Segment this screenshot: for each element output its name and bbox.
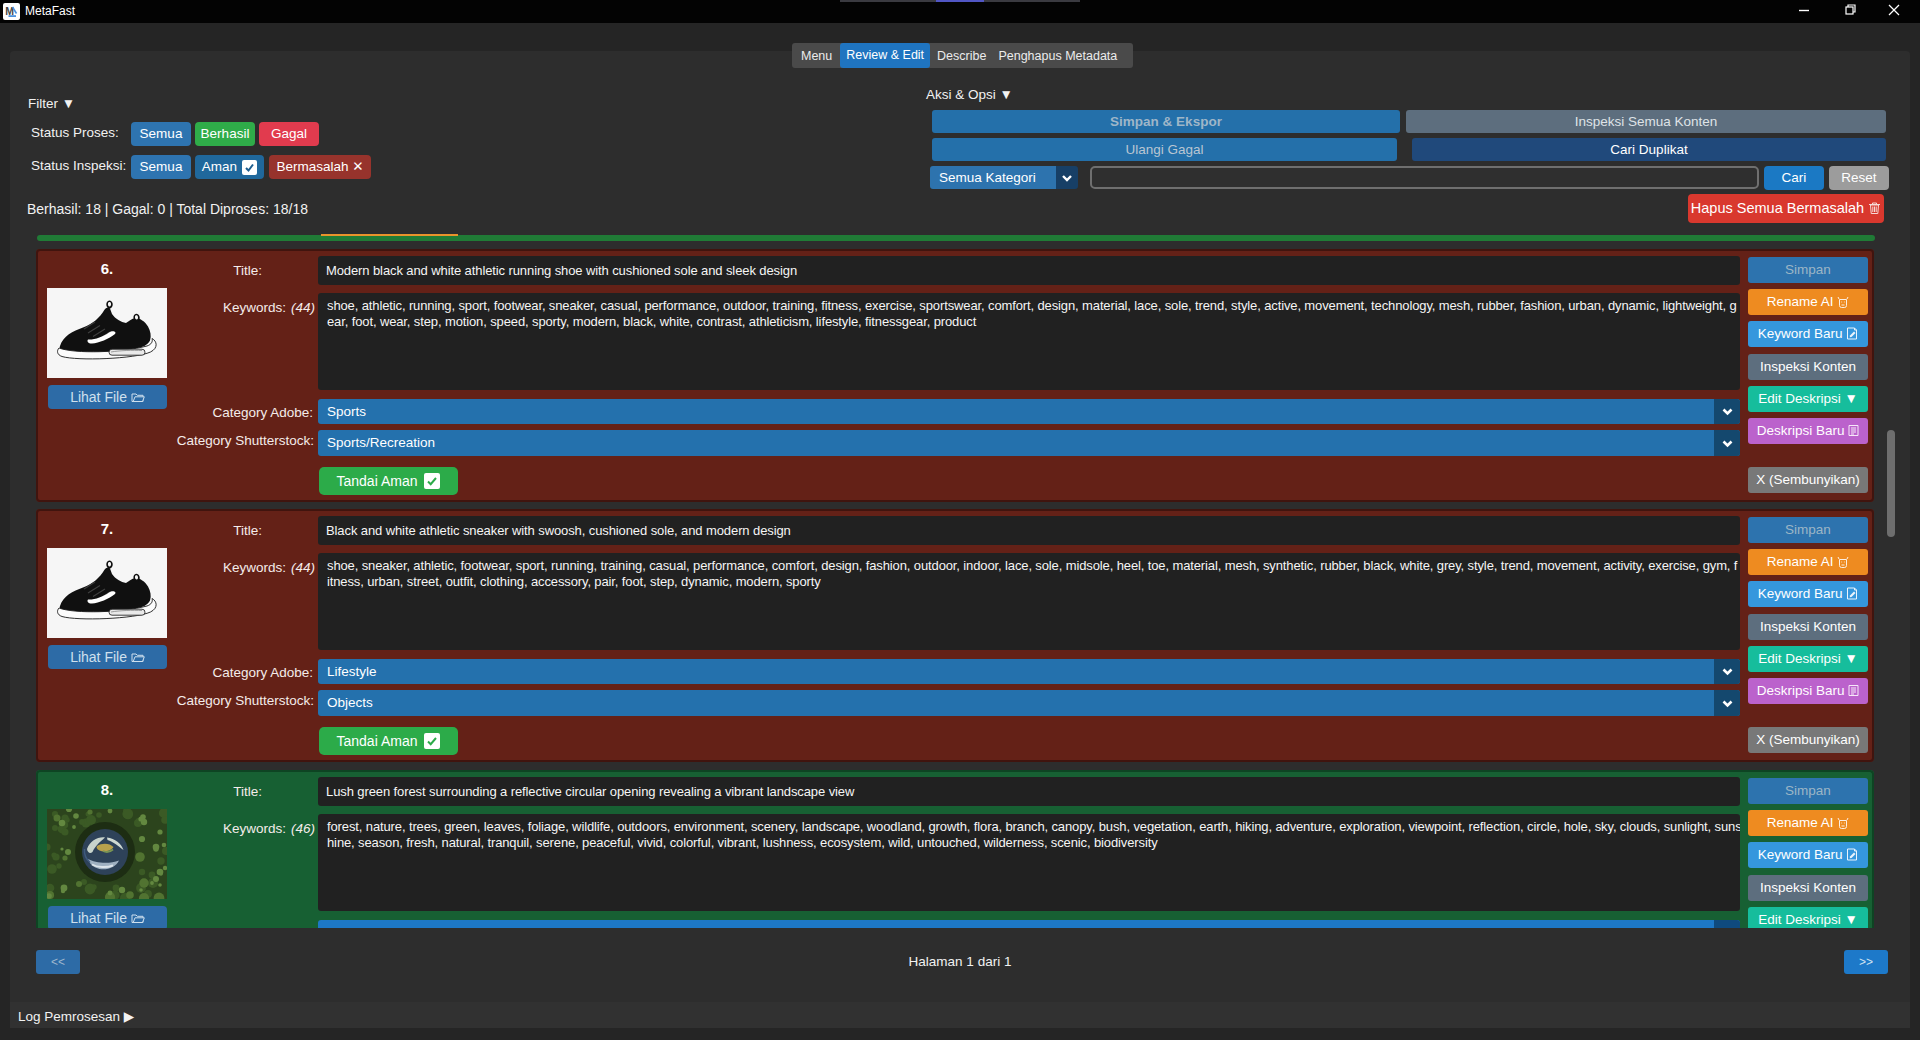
svg-text:M: M — [5, 5, 14, 17]
